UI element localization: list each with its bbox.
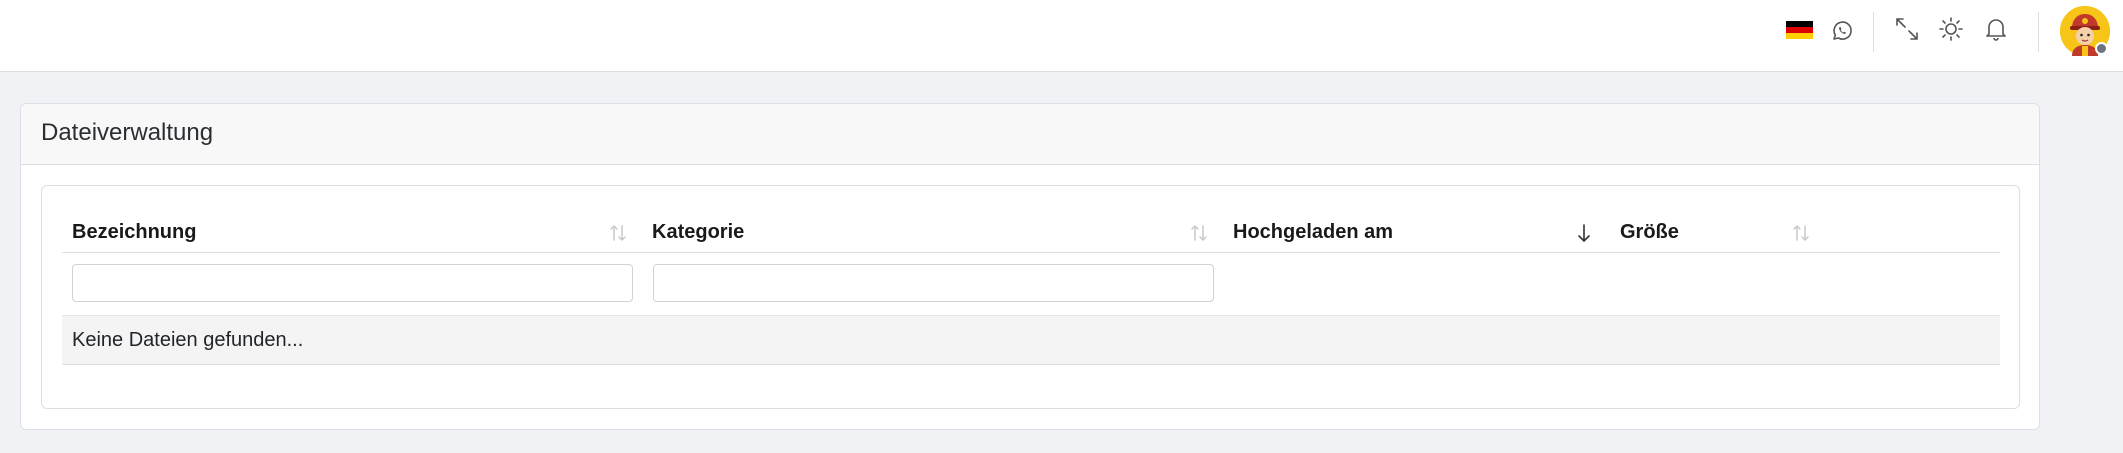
avatar-status-dot bbox=[2095, 42, 2108, 55]
sort-both-icon[interactable] bbox=[609, 223, 627, 243]
whatsapp-icon[interactable] bbox=[1828, 17, 1856, 45]
column-header-hochgeladen-am[interactable]: Hochgeladen am bbox=[1233, 211, 1603, 253]
navbar-divider bbox=[1873, 12, 1874, 52]
empty-table-row: Keine Dateien gefunden... bbox=[62, 315, 2000, 365]
bezeichnung-filter-input[interactable] bbox=[72, 264, 633, 302]
empty-message: Keine Dateien gefunden... bbox=[72, 328, 304, 351]
column-header-groesse[interactable]: Größe bbox=[1620, 211, 1820, 253]
table-header-row: Bezeichnung Kategorie Hochgeladen am Grö… bbox=[62, 211, 2000, 253]
kategorie-filter-input[interactable] bbox=[653, 264, 1214, 302]
column-label: Bezeichnung bbox=[72, 220, 197, 243]
column-label: Hochgeladen am bbox=[1233, 220, 1394, 243]
page-title: Dateiverwaltung bbox=[41, 119, 214, 146]
german-flag-icon[interactable] bbox=[1786, 20, 1813, 40]
sort-descending-icon[interactable] bbox=[1575, 223, 1593, 243]
filter-row bbox=[62, 254, 2000, 312]
bell-icon[interactable] bbox=[1982, 14, 2010, 44]
sort-both-icon[interactable] bbox=[1190, 223, 1208, 243]
top-navbar bbox=[0, 0, 2123, 72]
column-label: Kategorie bbox=[652, 220, 745, 243]
card-header: Dateiverwaltung bbox=[21, 104, 2039, 165]
file-management-card: Dateiverwaltung Bezeichnung Kategorie Ho… bbox=[20, 103, 2040, 430]
column-header-kategorie[interactable]: Kategorie bbox=[652, 211, 1212, 253]
navbar-divider bbox=[2038, 12, 2039, 52]
column-label: Größe bbox=[1620, 220, 1679, 243]
theme-sun-icon[interactable] bbox=[1936, 14, 1966, 44]
fullscreen-icon[interactable] bbox=[1892, 14, 1922, 44]
sort-both-icon[interactable] bbox=[1792, 223, 1810, 243]
files-table-panel: Bezeichnung Kategorie Hochgeladen am Grö… bbox=[41, 185, 2020, 409]
column-header-bezeichnung[interactable]: Bezeichnung bbox=[72, 211, 632, 253]
